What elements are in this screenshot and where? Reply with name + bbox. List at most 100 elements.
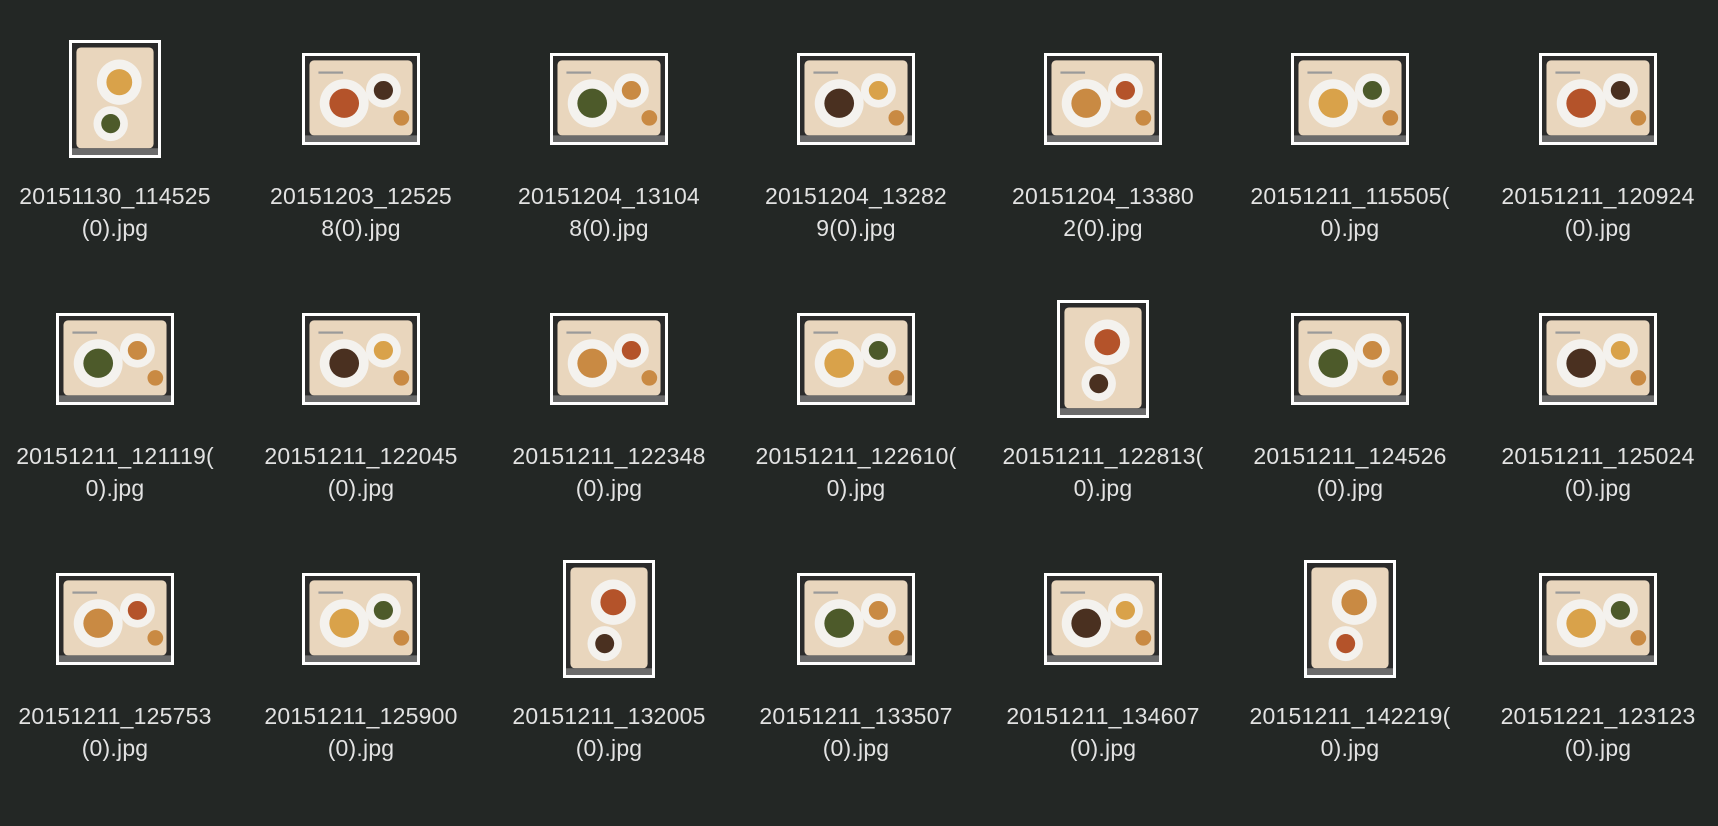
file-grid: 20151130_114525 (0).jpg 20151203_12525 8(0)…	[0, 0, 1718, 826]
file-name-label[interactable]: 20151211_125024 (0).jpg	[1483, 440, 1713, 504]
file-name-line-2: 0).jpg	[826, 475, 886, 501]
file-item[interactable]: 20151221_123123 (0).jpg	[1483, 520, 1713, 780]
file-thumbnail[interactable]	[302, 313, 420, 405]
file-item[interactable]: 20151211_132005 (0).jpg	[494, 520, 724, 780]
file-name-label[interactable]: 20151211_121119(0).jpg	[0, 440, 230, 504]
file-name-label[interactable]: 20151211_124526 (0).jpg	[1235, 440, 1465, 504]
file-thumbnail[interactable]	[550, 53, 668, 145]
file-item[interactable]: 20151211_122045 (0).jpg	[246, 260, 476, 520]
file-name-label[interactable]: 20151211_120924 (0).jpg	[1483, 180, 1713, 244]
file-name-label[interactable]: 20151221_123123 (0).jpg	[1483, 700, 1713, 764]
file-name-line-1: 20151211_115505(	[1250, 183, 1450, 209]
file-name-line-2: (0).jpg	[822, 735, 890, 761]
file-item[interactable]: 20151211_133507 (0).jpg	[741, 520, 971, 780]
file-name-line-2: (0).jpg	[575, 735, 643, 761]
file-name-label[interactable]: 20151211_134607 (0).jpg	[988, 700, 1218, 764]
file-item[interactable]: 20151211_122348 (0).jpg	[494, 260, 724, 520]
file-item[interactable]: 20151204_13104 8(0).jpg	[494, 0, 724, 260]
file-name-line-1: 20151211_122348	[512, 443, 706, 469]
file-name-label[interactable]: 20151211_125753 (0).jpg	[0, 700, 230, 764]
file-name-line-2: (0).jpg	[1564, 215, 1632, 241]
file-name-line-2: 0).jpg	[1073, 475, 1133, 501]
file-thumbnail[interactable]	[302, 53, 420, 145]
file-name-line-1: 20151211_122610(	[755, 443, 957, 469]
file-name-label[interactable]: 20151211_122348 (0).jpg	[494, 440, 724, 504]
file-name-line-2: 0).jpg	[1320, 735, 1380, 761]
file-item[interactable]: 20151211_134607 (0).jpg	[988, 520, 1218, 780]
file-thumbnail[interactable]	[1291, 53, 1409, 145]
file-name-line-2: 8(0).jpg	[321, 215, 401, 241]
file-item[interactable]: 20151211_122610( 0).jpg	[741, 260, 971, 520]
file-name-line-1: 20151211_125753	[18, 703, 212, 729]
file-name-line-2: 2(0).jpg	[1063, 215, 1143, 241]
file-name-line-2: (0).jpg	[81, 215, 149, 241]
file-name-label[interactable]: 20151211_125900 (0).jpg	[246, 700, 476, 764]
file-thumbnail[interactable]	[1044, 573, 1162, 665]
file-name-line-2: 9(0).jpg	[816, 215, 896, 241]
file-name-line-1: 20151211_132005	[512, 703, 706, 729]
file-name-line-2: (0).jpg	[575, 475, 643, 501]
file-thumbnail[interactable]	[1539, 53, 1657, 145]
file-name-line-1: 20151211_142219(	[1249, 703, 1451, 729]
file-item[interactable]: 20151211_120924 (0).jpg	[1483, 0, 1713, 260]
file-name-label[interactable]: 20151211_133507 (0).jpg	[741, 700, 971, 764]
file-name-line-1: 20151211_125024	[1501, 443, 1695, 469]
file-item[interactable]: 20151211_115505( 0).jpg	[1235, 0, 1465, 260]
file-thumbnail[interactable]	[1044, 53, 1162, 145]
file-name-line-1: 20151204_13380	[1012, 183, 1194, 209]
file-item[interactable]: 20151211_142219( 0).jpg	[1235, 520, 1465, 780]
file-thumbnail[interactable]	[56, 573, 174, 665]
file-thumbnail[interactable]	[797, 573, 915, 665]
file-thumbnail[interactable]	[1291, 313, 1409, 405]
file-name-line-1: 20151221_123123	[1500, 703, 1696, 729]
file-name-label[interactable]: 20151203_12525 8(0).jpg	[246, 180, 476, 244]
file-name-label[interactable]: 20151211_115505( 0).jpg	[1235, 180, 1465, 244]
file-name-label[interactable]: 20151204_13104 8(0).jpg	[494, 180, 724, 244]
file-thumbnail[interactable]	[797, 313, 915, 405]
file-item[interactable]: 20151211_125753 (0).jpg	[0, 520, 230, 780]
file-name-label[interactable]: 20151211_142219( 0).jpg	[1235, 700, 1465, 764]
file-thumbnail[interactable]	[550, 313, 668, 405]
file-name-line-2: 8(0).jpg	[569, 215, 649, 241]
file-name-line-2: 0).jpg	[1320, 215, 1380, 241]
file-item[interactable]: 20151203_12525 8(0).jpg	[246, 0, 476, 260]
file-thumbnail[interactable]	[1539, 573, 1657, 665]
file-thumbnail[interactable]	[1539, 313, 1657, 405]
file-name-label[interactable]: 20151204_13282 9(0).jpg	[741, 180, 971, 244]
file-name-line-1: 20151130_114525	[19, 183, 211, 209]
file-name-line-1: 20151211_122045	[264, 443, 458, 469]
file-thumbnail[interactable]	[797, 53, 915, 145]
file-name-line-1: 20151211_124526	[1253, 443, 1447, 469]
file-name-line-1: 20151203_12525	[270, 183, 452, 209]
file-item[interactable]: 20151130_114525 (0).jpg	[0, 0, 230, 260]
file-item[interactable]: 20151211_125024 (0).jpg	[1483, 260, 1713, 520]
file-thumbnail[interactable]	[1304, 560, 1396, 678]
file-name-label[interactable]: 20151211_122045 (0).jpg	[246, 440, 476, 504]
file-name-line-1: 20151211_122813(	[1002, 443, 1204, 469]
file-name-label[interactable]: 20151211_132005 (0).jpg	[494, 700, 724, 764]
file-item[interactable]: 20151211_122813( 0).jpg	[988, 260, 1218, 520]
file-name-line-2: 0).jpg	[85, 475, 145, 501]
file-thumbnail[interactable]	[56, 313, 174, 405]
file-name-line-1: 20151211_120924	[1501, 183, 1695, 209]
file-item[interactable]: 20151211_121119(0).jpg	[0, 260, 230, 520]
file-name-label[interactable]: 20151204_13380 2(0).jpg	[988, 180, 1218, 244]
file-name-line-1: 20151211_133507	[759, 703, 953, 729]
file-thumbnail[interactable]	[69, 40, 161, 158]
file-name-label[interactable]: 20151211_122813( 0).jpg	[988, 440, 1218, 504]
file-name-line-1: 20151211_125900	[264, 703, 458, 729]
file-item[interactable]: 20151211_125900 (0).jpg	[246, 520, 476, 780]
file-name-line-2: (0).jpg	[327, 475, 395, 501]
file-name-label[interactable]: 20151130_114525 (0).jpg	[0, 180, 230, 244]
file-name-label[interactable]: 20151211_122610( 0).jpg	[741, 440, 971, 504]
file-name-line-2: (0).jpg	[1564, 475, 1632, 501]
file-item[interactable]: 20151204_13380 2(0).jpg	[988, 0, 1218, 260]
file-item[interactable]: 20151211_124526 (0).jpg	[1235, 260, 1465, 520]
file-name-line-2: (0).jpg	[327, 735, 395, 761]
file-thumbnail[interactable]	[563, 560, 655, 678]
file-thumbnail[interactable]	[302, 573, 420, 665]
file-thumbnail[interactable]	[1057, 300, 1149, 418]
file-name-line-2: (0).jpg	[1069, 735, 1137, 761]
file-name-line-1: 20151204_13282	[765, 183, 947, 209]
file-item[interactable]: 20151204_13282 9(0).jpg	[741, 0, 971, 260]
